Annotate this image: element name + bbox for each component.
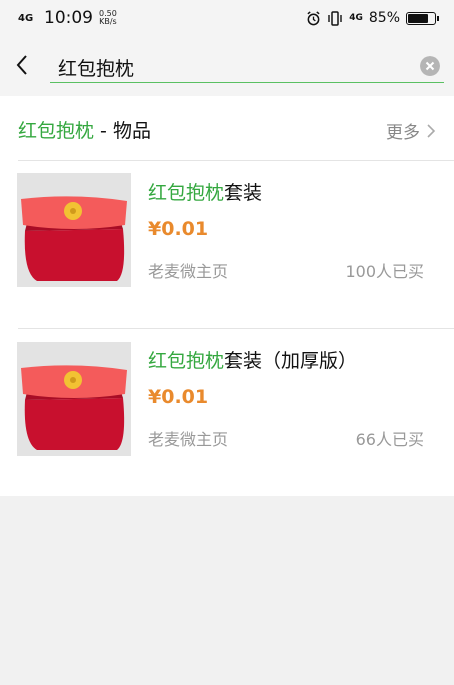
more-label[interactable]: 更多 xyxy=(386,118,420,143)
clock: 10:09 xyxy=(44,8,93,28)
search-input[interactable]: 红包抱枕 xyxy=(50,50,444,83)
vibrate-icon xyxy=(328,10,342,26)
status-bar: 4G 10:09 0.50 KB/s 4G 85% xyxy=(0,0,454,36)
item-title-rest[interactable]: 套装 xyxy=(224,182,262,204)
clear-icon[interactable] xyxy=(420,56,440,76)
item-title-rest[interactable]: 套装（加厚版） xyxy=(224,350,357,372)
battery-percent: 85% xyxy=(368,10,400,26)
section-header: 红包抱枕 - 物品 更多 xyxy=(0,96,454,160)
network-indicator: 4G xyxy=(18,12,34,24)
pillow-image xyxy=(17,342,131,456)
pillow-image xyxy=(17,173,131,287)
item-title-keyword[interactable]: 红包抱枕 xyxy=(148,350,224,372)
battery-fill xyxy=(408,13,429,23)
search-query[interactable]: 红包抱枕 xyxy=(58,54,134,81)
chevron-right-icon xyxy=(427,123,436,138)
status-right: 4G 85% xyxy=(306,6,439,30)
product-image[interactable] xyxy=(17,173,131,287)
item-title[interactable]: 红包抱枕套装（加厚版） xyxy=(148,346,357,373)
product-image[interactable] xyxy=(17,342,131,456)
battery-icon xyxy=(406,11,439,25)
item-sold-count: 100人已买 xyxy=(345,262,424,281)
back-icon[interactable] xyxy=(8,50,38,80)
network-speed: 0.50 KB/s xyxy=(99,10,117,26)
search-bar: 红包抱枕 xyxy=(0,36,454,96)
section-keyword: 红包抱枕 xyxy=(18,120,95,142)
item-price: ¥0.01 xyxy=(148,386,209,408)
signal-4g: 4G xyxy=(349,13,363,23)
list-item[interactable]: 红包抱枕套装（加厚版） ¥0.01 老麦微主页 66人已买 xyxy=(0,328,454,496)
speed-unit: KB/s xyxy=(99,17,117,26)
item-store: 老麦微主页 xyxy=(148,262,229,281)
item-title[interactable]: 红包抱枕套装 xyxy=(148,178,262,205)
item-sold-count: 66人已买 xyxy=(355,430,424,449)
item-store: 老麦微主页 xyxy=(148,430,229,449)
section-suffix: - 物品 xyxy=(94,120,151,142)
section-title: 红包抱枕 - 物品 xyxy=(18,116,151,143)
list-item[interactable]: 红包抱枕套装 ¥0.01 老麦微主页 100人已买 xyxy=(0,160,454,328)
results-panel: 红包抱枕 - 物品 更多 红包抱枕套装 ¥0.01 老麦微主页 100人已买 红… xyxy=(0,96,454,496)
more-link[interactable]: 更多 xyxy=(386,118,436,143)
item-price: ¥0.01 xyxy=(148,218,209,240)
item-title-keyword[interactable]: 红包抱枕 xyxy=(148,182,224,204)
alarm-icon xyxy=(307,10,320,25)
status-left: 4G 10:09 0.50 KB/s xyxy=(18,6,117,30)
